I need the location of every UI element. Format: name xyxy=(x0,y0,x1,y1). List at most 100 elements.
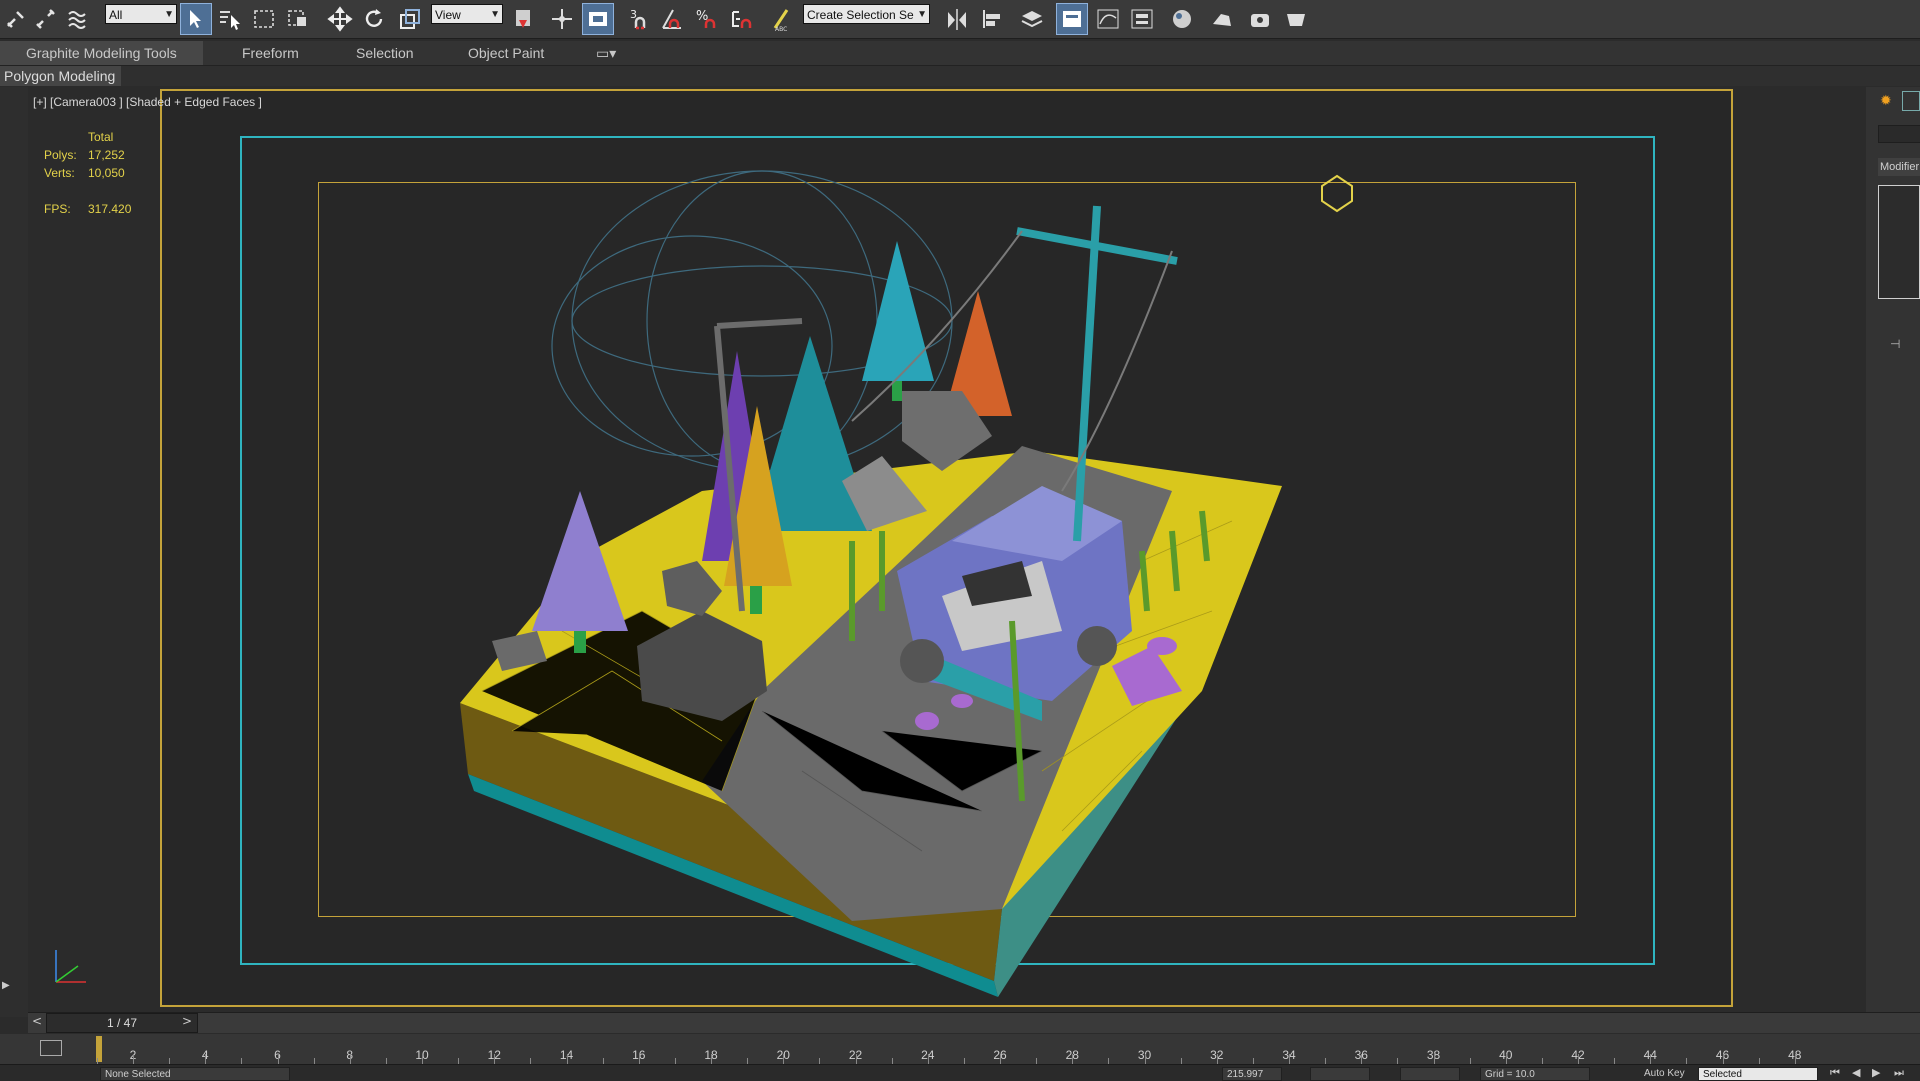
name-field[interactable] xyxy=(1878,125,1920,143)
tab-object-paint[interactable]: Object Paint xyxy=(468,41,544,65)
verts-label: Verts: xyxy=(44,166,75,180)
command-panel: ✹ ⊣ xyxy=(1866,87,1920,1017)
modifier-stack[interactable] xyxy=(1878,185,1920,299)
chevron-down-icon: ▼ xyxy=(490,9,500,20)
timeline-tick xyxy=(205,1054,207,1064)
z-coordinate-field[interactable] xyxy=(1400,1067,1460,1081)
camera-gizmo-icon xyxy=(1321,174,1353,213)
timeline-tick xyxy=(1072,1054,1074,1064)
curve-editor-icon[interactable] xyxy=(1092,3,1124,35)
timeline-tick xyxy=(711,1054,712,1064)
select-manipulate-icon[interactable] xyxy=(546,3,578,35)
timeline-tick xyxy=(855,1054,857,1064)
bind-space-warp-icon[interactable] xyxy=(62,3,94,35)
auto-key-button[interactable]: Auto Key xyxy=(1640,1067,1698,1081)
tab-graphite-modeling-tools[interactable]: Graphite Modeling Tools xyxy=(0,41,203,65)
selection-status: None Selected xyxy=(100,1067,290,1081)
pin-stack-icon[interactable]: ⊣ xyxy=(1890,337,1900,351)
timeline-tick xyxy=(422,1054,423,1064)
ribbon-panel-bar: Polygon Modeling xyxy=(0,66,1920,86)
scene-render xyxy=(460,170,1353,997)
timeline-tick xyxy=(1361,1054,1363,1064)
timeline-tick xyxy=(1650,1054,1652,1064)
axis-tripod-icon xyxy=(55,950,86,983)
viewport-statistics: Total Polys: 17,252 Verts: 10,050 FPS: 317.… xyxy=(44,128,131,218)
polygon-modeling-panel[interactable]: Polygon Modeling xyxy=(0,66,122,86)
play-icon[interactable]: ▶ xyxy=(1872,1066,1880,1079)
mirror-icon[interactable] xyxy=(941,3,973,35)
modify-tab-icon[interactable] xyxy=(1902,91,1920,111)
link-icon[interactable] xyxy=(0,3,32,35)
timeline-tick xyxy=(927,1054,929,1064)
rotate-icon[interactable] xyxy=(358,3,390,35)
grid-size-label: Grid = 10.0 xyxy=(1480,1067,1590,1081)
selection-filter-dropdown[interactable]: All ▼ xyxy=(105,4,177,24)
ribbon-tabs: Graphite Modeling Tools Freeform Selecti… xyxy=(0,41,1920,66)
rect-region-icon[interactable] xyxy=(248,3,280,35)
timeline-tick xyxy=(349,1054,351,1064)
fps-value: 317.420 xyxy=(88,202,132,216)
sun-icon[interactable]: ✹ xyxy=(1880,93,1892,109)
time-slider-next[interactable]: > xyxy=(182,1014,192,1028)
layer-explorer-icon[interactable] xyxy=(1016,3,1048,35)
use-pivot-center-icon[interactable] xyxy=(508,3,540,35)
timeline-tick xyxy=(1144,1054,1146,1064)
timeline-tick xyxy=(1289,1054,1290,1064)
chevron-down-icon: ▼ xyxy=(164,9,174,20)
status-bar: None Selected 215.997 Grid = 10.0 Auto K… xyxy=(0,1064,1920,1081)
timeline-tick xyxy=(277,1054,279,1064)
unlink-icon[interactable] xyxy=(30,3,62,35)
ribbon-options-icon[interactable]: ▭▾ xyxy=(596,41,616,65)
window-crossing-icon[interactable] xyxy=(282,3,314,35)
rendered-frame-icon[interactable] xyxy=(1244,3,1276,35)
timeline-tick xyxy=(1000,1054,1001,1064)
frame-counter[interactable]: 1 / 47 xyxy=(46,1013,198,1033)
time-slider[interactable]: < 1 / 47 > xyxy=(28,1012,1920,1033)
timeline-tick xyxy=(1505,1054,1507,1064)
stats-header: Total xyxy=(88,130,114,144)
spinner-snap-icon[interactable] xyxy=(726,3,758,35)
svg-text:ABC: ABC xyxy=(775,26,787,32)
scale-icon[interactable] xyxy=(394,3,426,35)
main-toolbar: All ▼ View ▼ 3 % ABC Create Selection Se ▼ xyxy=(0,0,1920,39)
edit-named-sets-icon[interactable]: ABC xyxy=(766,3,798,35)
keyboard-shortcut-toggle-icon[interactable] xyxy=(582,3,614,35)
timeline-tick xyxy=(1578,1054,1579,1064)
move-icon[interactable] xyxy=(324,3,356,35)
snap-3d-icon[interactable]: 3 xyxy=(624,3,656,35)
timeline-tick xyxy=(1216,1054,1218,1064)
align-icon[interactable] xyxy=(976,3,1008,35)
material-editor-icon[interactable] xyxy=(1166,3,1198,35)
tab-selection[interactable]: Selection xyxy=(356,41,414,65)
modifier-list-label[interactable]: Modifier xyxy=(1878,158,1920,176)
left-strip xyxy=(0,87,28,1017)
go-to-start-icon[interactable]: ⏮ xyxy=(1830,1066,1840,1080)
timeline-ruler[interactable]: 2468101214161820222426283032343638404244… xyxy=(0,1034,1920,1064)
select-by-name-icon[interactable] xyxy=(214,3,246,35)
reference-coord-dropdown[interactable]: View ▼ xyxy=(431,4,503,24)
schematic-view-icon[interactable] xyxy=(1126,3,1158,35)
timeline-tick xyxy=(566,1054,568,1064)
key-mode-dropdown[interactable]: Selected xyxy=(1698,1067,1818,1081)
expand-arrow-icon[interactable]: ▶ xyxy=(2,980,14,994)
scene-explorer-icon[interactable] xyxy=(1056,3,1088,35)
x-coordinate-field[interactable]: 215.997 xyxy=(1222,1067,1282,1081)
select-object-icon[interactable] xyxy=(180,3,212,35)
reference-coord-value: View xyxy=(435,8,461,22)
selection-filter-value: All xyxy=(109,8,123,22)
angle-snap-icon[interactable] xyxy=(656,3,688,35)
key-filter-icon[interactable] xyxy=(40,1040,62,1056)
polys-label: Polys: xyxy=(44,148,77,162)
next-frame-icon[interactable]: ⏭ xyxy=(1894,1066,1904,1080)
time-slider-prev[interactable]: < xyxy=(32,1014,42,1028)
verts-value: 10,050 xyxy=(88,166,125,180)
percent-snap-icon[interactable]: % xyxy=(690,3,722,35)
timeline-tick xyxy=(1794,1054,1796,1064)
y-coordinate-field[interactable] xyxy=(1310,1067,1370,1081)
render-setup-icon[interactable] xyxy=(1206,3,1238,35)
render-icon[interactable] xyxy=(1280,3,1312,35)
polys-value: 17,252 xyxy=(88,148,125,162)
named-selection-dropdown[interactable]: Create Selection Se ▼ xyxy=(803,4,930,24)
tab-freeform[interactable]: Freeform xyxy=(242,41,299,65)
prev-frame-icon[interactable]: ◀ xyxy=(1852,1066,1860,1079)
